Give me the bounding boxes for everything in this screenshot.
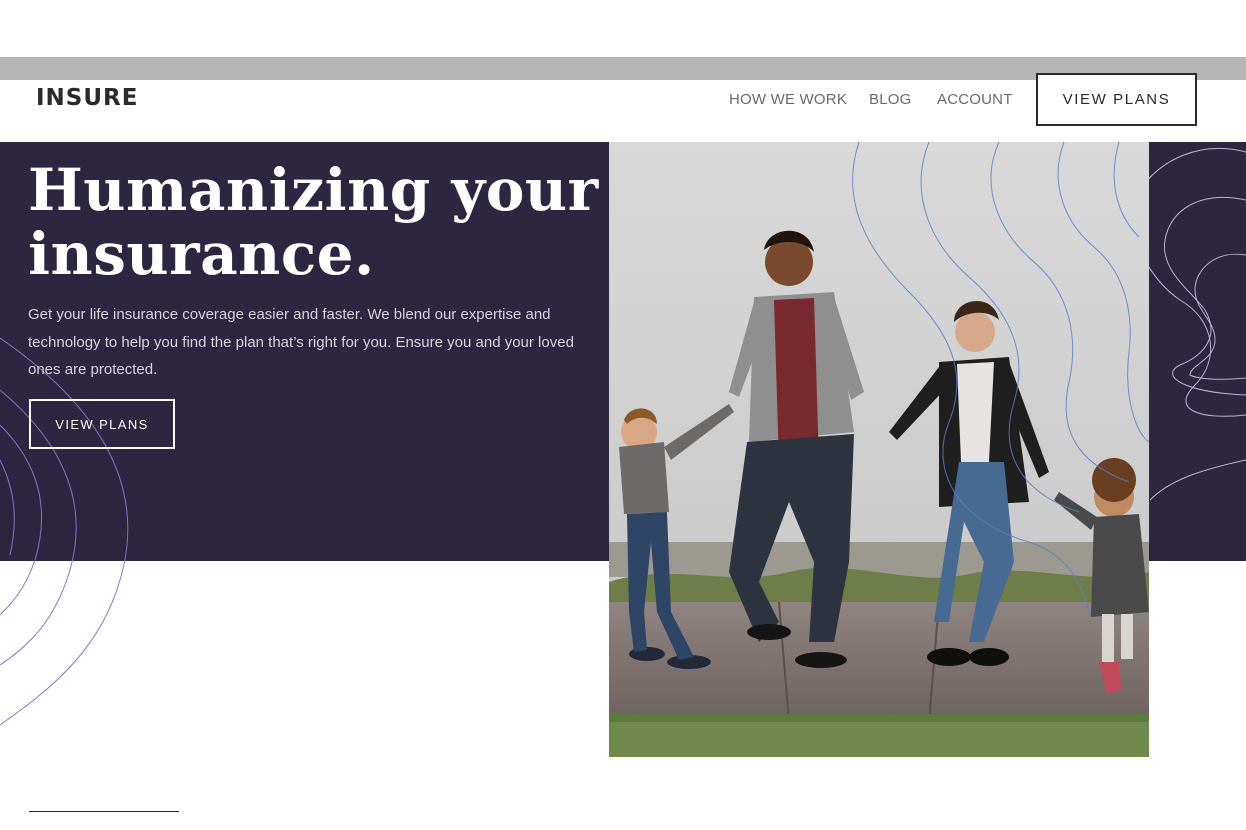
hero-view-plans-button[interactable]: VIEW PLANS [29,399,175,449]
section-divider [29,811,179,812]
nav-account[interactable]: ACCOUNT [937,91,1013,109]
hero-title: Humanizing your insurance. [28,158,608,286]
hero-description: Get your life insurance coverage easier … [28,306,574,378]
hero-title-line-2: insurance. [28,220,375,288]
nav-blog[interactable]: BLOG [869,91,911,109]
nav-how-we-work[interactable]: HOW WE WORK [729,91,847,109]
photo-contour-overlay [852,142,1149,613]
page: INSURE HOW WE WORK BLOG ACCOUNT VIEW PLA… [0,0,1246,830]
logo[interactable]: INSURE [36,86,138,110]
hero-title-line-1: Humanizing your [28,156,599,224]
family-photo [609,142,1149,757]
header-view-plans-button[interactable]: VIEW PLANS [1036,73,1197,126]
